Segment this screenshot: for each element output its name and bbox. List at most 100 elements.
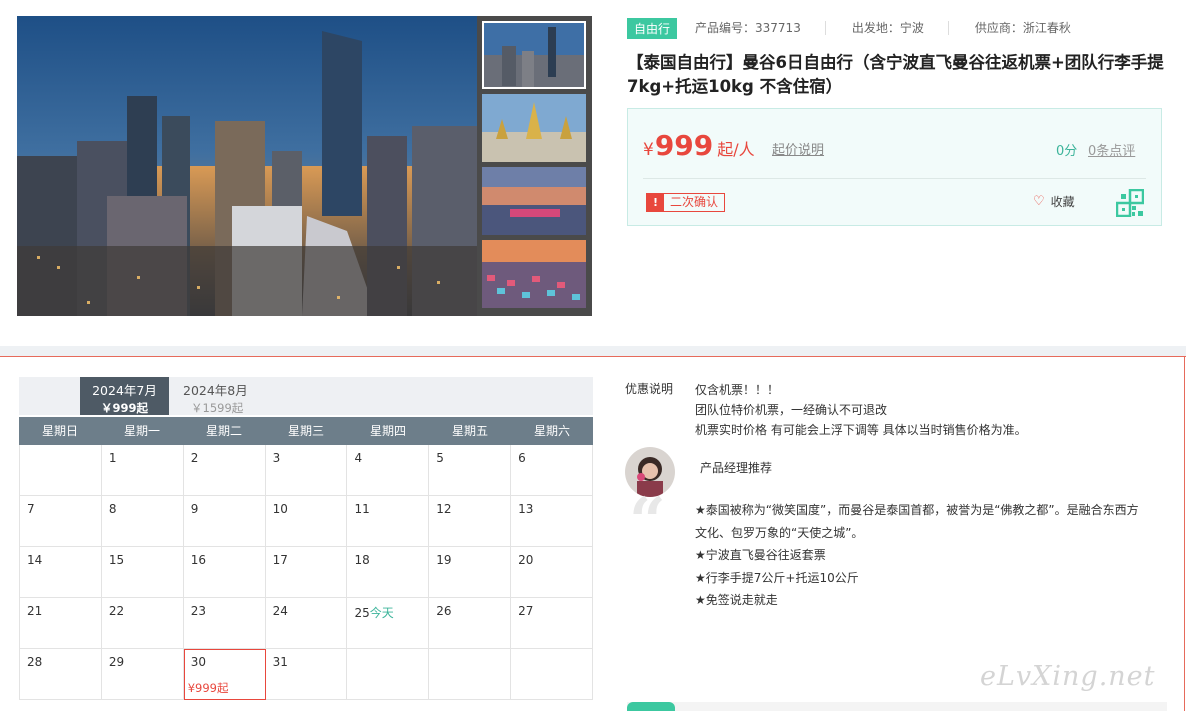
day-number: 30 [190,655,206,669]
product-meta: 自由行 产品编号：337713 出发地：宁波 供应商：浙江春秋 [627,17,1121,39]
day-number: 7 [27,502,35,516]
calendar-empty-cell [511,649,594,700]
calendar-day-4[interactable]: 4 [347,445,430,496]
heart-icon: ♡ [1033,194,1045,209]
calendar-day-15[interactable]: 15 [101,547,184,598]
calendar-day-18[interactable]: 18 [347,547,430,598]
promo-text: 仅含机票！！！ 团队位特价机票，一经确认不可退改 机票实时价格 有可能会上浮下调… [695,380,1027,440]
day-number: 14 [27,553,43,567]
calendar-week-row: 28 29 30 ¥999起 31 [19,649,594,700]
calendar-empty-cell [19,445,102,496]
day-number: 18 [354,553,370,567]
calendar-day-30[interactable]: 30 ¥999起 [183,649,266,700]
calendar-day-21[interactable]: 21 [19,598,102,649]
day-number: 3 [272,451,281,465]
promo-line: 团队位特价机票，一经确认不可退改 [695,403,888,417]
day-number: 15 [108,553,125,567]
calendar-day-23[interactable]: 23 [183,598,266,649]
day-number: 9 [190,502,199,516]
favorite-button[interactable]: ♡ 收藏 [1033,193,1075,210]
calendar-day-31[interactable]: 31 [265,649,348,700]
calendar-empty-cell [347,649,430,700]
calendar-day-19[interactable]: 19 [429,547,512,598]
calendar-week-row: 21 22 23 24 25今天 26 27 [19,598,594,649]
promo-line: 仅含机票！！！ [695,383,780,397]
calendar-day-22[interactable]: 22 [101,598,184,649]
calendar-day-28[interactable]: 28 [19,649,102,700]
calendar-day-26[interactable]: 26 [429,598,512,649]
day-number: 29 [108,655,125,669]
calendar-day-12[interactable]: 12 [429,496,512,547]
calendar-day-25[interactable]: 25今天 [347,598,430,649]
promo-line: 机票实时价格 有可能会上浮下调等 具体以当时销售价格为准。 [695,423,1027,437]
day-number: 28 [27,655,43,669]
product-type-tag: 自由行 [627,17,678,39]
recommend-line: ★泰国被称为“微笑国度”，而曼谷是泰国首都，被誉为是“佛教之都”。是融合东西方文… [695,503,1139,540]
calendar-day-16[interactable]: 16 [183,547,266,598]
day-price: ¥999起 [187,681,229,695]
day-number: 5 [436,451,444,465]
weekday-header: 星期日 星期一 星期二 星期三 星期四 星期五 星期六 [19,417,593,445]
price: ¥ 999 起/人 [643,129,755,162]
month-price: ￥999起 [100,401,148,415]
day-number: 23 [190,604,206,618]
calendar-day-5[interactable]: 5 [429,445,512,496]
departure-city: 出发地：宁波 [852,21,949,35]
calendar-day-1[interactable]: 1 [101,445,184,496]
calendar-day-8[interactable]: 8 [101,496,184,547]
weekday-tue: 星期二 [205,424,242,438]
day-number: 1 [108,451,117,465]
calendar-day-9[interactable]: 9 [183,496,266,547]
recommend-line: ★宁波直飞曼谷往返套票 [695,548,826,562]
day-number: 8 [108,502,117,516]
day-number: 11 [354,502,370,516]
day-number: 21 [27,604,43,618]
calendar-day-24[interactable]: 24 [265,598,348,649]
tab-month-july[interactable]: 2024年7月 ￥999起 [80,377,169,415]
calendar-day-20[interactable]: 20 [511,547,594,598]
weekday-fri: 星期五 [451,424,488,438]
qr-code-icon[interactable] [1116,189,1144,217]
calendar-day-11[interactable]: 11 [347,496,430,547]
month-price: ￥1599起 [191,401,244,415]
price-note-link[interactable]: 起价说明 [772,139,824,158]
section-separator [0,346,1186,356]
secondary-confirm-badge: ! 二次确认 [646,193,726,212]
calendar-day-29[interactable]: 29 [101,649,184,700]
calendar-day-27[interactable]: 27 [511,598,594,649]
calendar-day-2[interactable]: 2 [183,445,266,496]
day-number: 2 [190,451,199,465]
month-label: 2024年8月 [183,383,248,398]
price-currency: ¥ [643,140,654,160]
price-panel: ¥ 999 起/人 起价说明 0分 0条点评 ! 二次确认 ♡ 收藏 [627,108,1162,226]
weekday-wed: 星期三 [287,424,324,438]
bottom-tab-bar [627,702,1167,711]
day-number: 13 [518,502,534,516]
tab-month-august[interactable]: 2024年8月 ￥1599起 [169,377,273,415]
reviews-link[interactable]: 0条点评 [1088,140,1135,159]
thumbnail-strip [477,16,592,316]
rating-score: 0分 [1056,144,1078,159]
calendar-week-row: 7 8 9 10 11 12 13 [19,496,594,547]
bottom-tab-active[interactable] [627,702,675,711]
day-number: 17 [272,553,288,567]
confirm-label: 二次确认 [670,195,719,209]
day-number: 31 [272,655,288,669]
month-tabs: 2024年7月 ￥999起 2024年8月 ￥1599起 [19,377,593,415]
calendar-day-13[interactable]: 13 [511,496,594,547]
calendar-day-7[interactable]: 7 [19,496,102,547]
calendar-day-6[interactable]: 6 [511,445,594,496]
price-value: 999 [654,129,714,162]
calendar-day-10[interactable]: 10 [265,496,348,547]
thumbnail-night-market[interactable] [482,240,586,308]
calendar-day-17[interactable]: 17 [265,547,348,598]
thumbnail-river-cruise[interactable] [482,167,586,235]
day-number: 19 [436,553,452,567]
thumbnail-temple[interactable] [482,94,586,162]
weekday-thu: 星期四 [369,424,406,438]
thumbnail-skyline[interactable] [482,21,586,89]
day-number: 4 [354,451,363,465]
calendar-day-3[interactable]: 3 [265,445,348,496]
calendar-day-14[interactable]: 14 [19,547,102,598]
calendar-grid: 1 2 3 4 5 6 7 8 9 10 11 12 13 14 15 16 17 18 19 20 21 22 23 24 2… [19,445,594,700]
